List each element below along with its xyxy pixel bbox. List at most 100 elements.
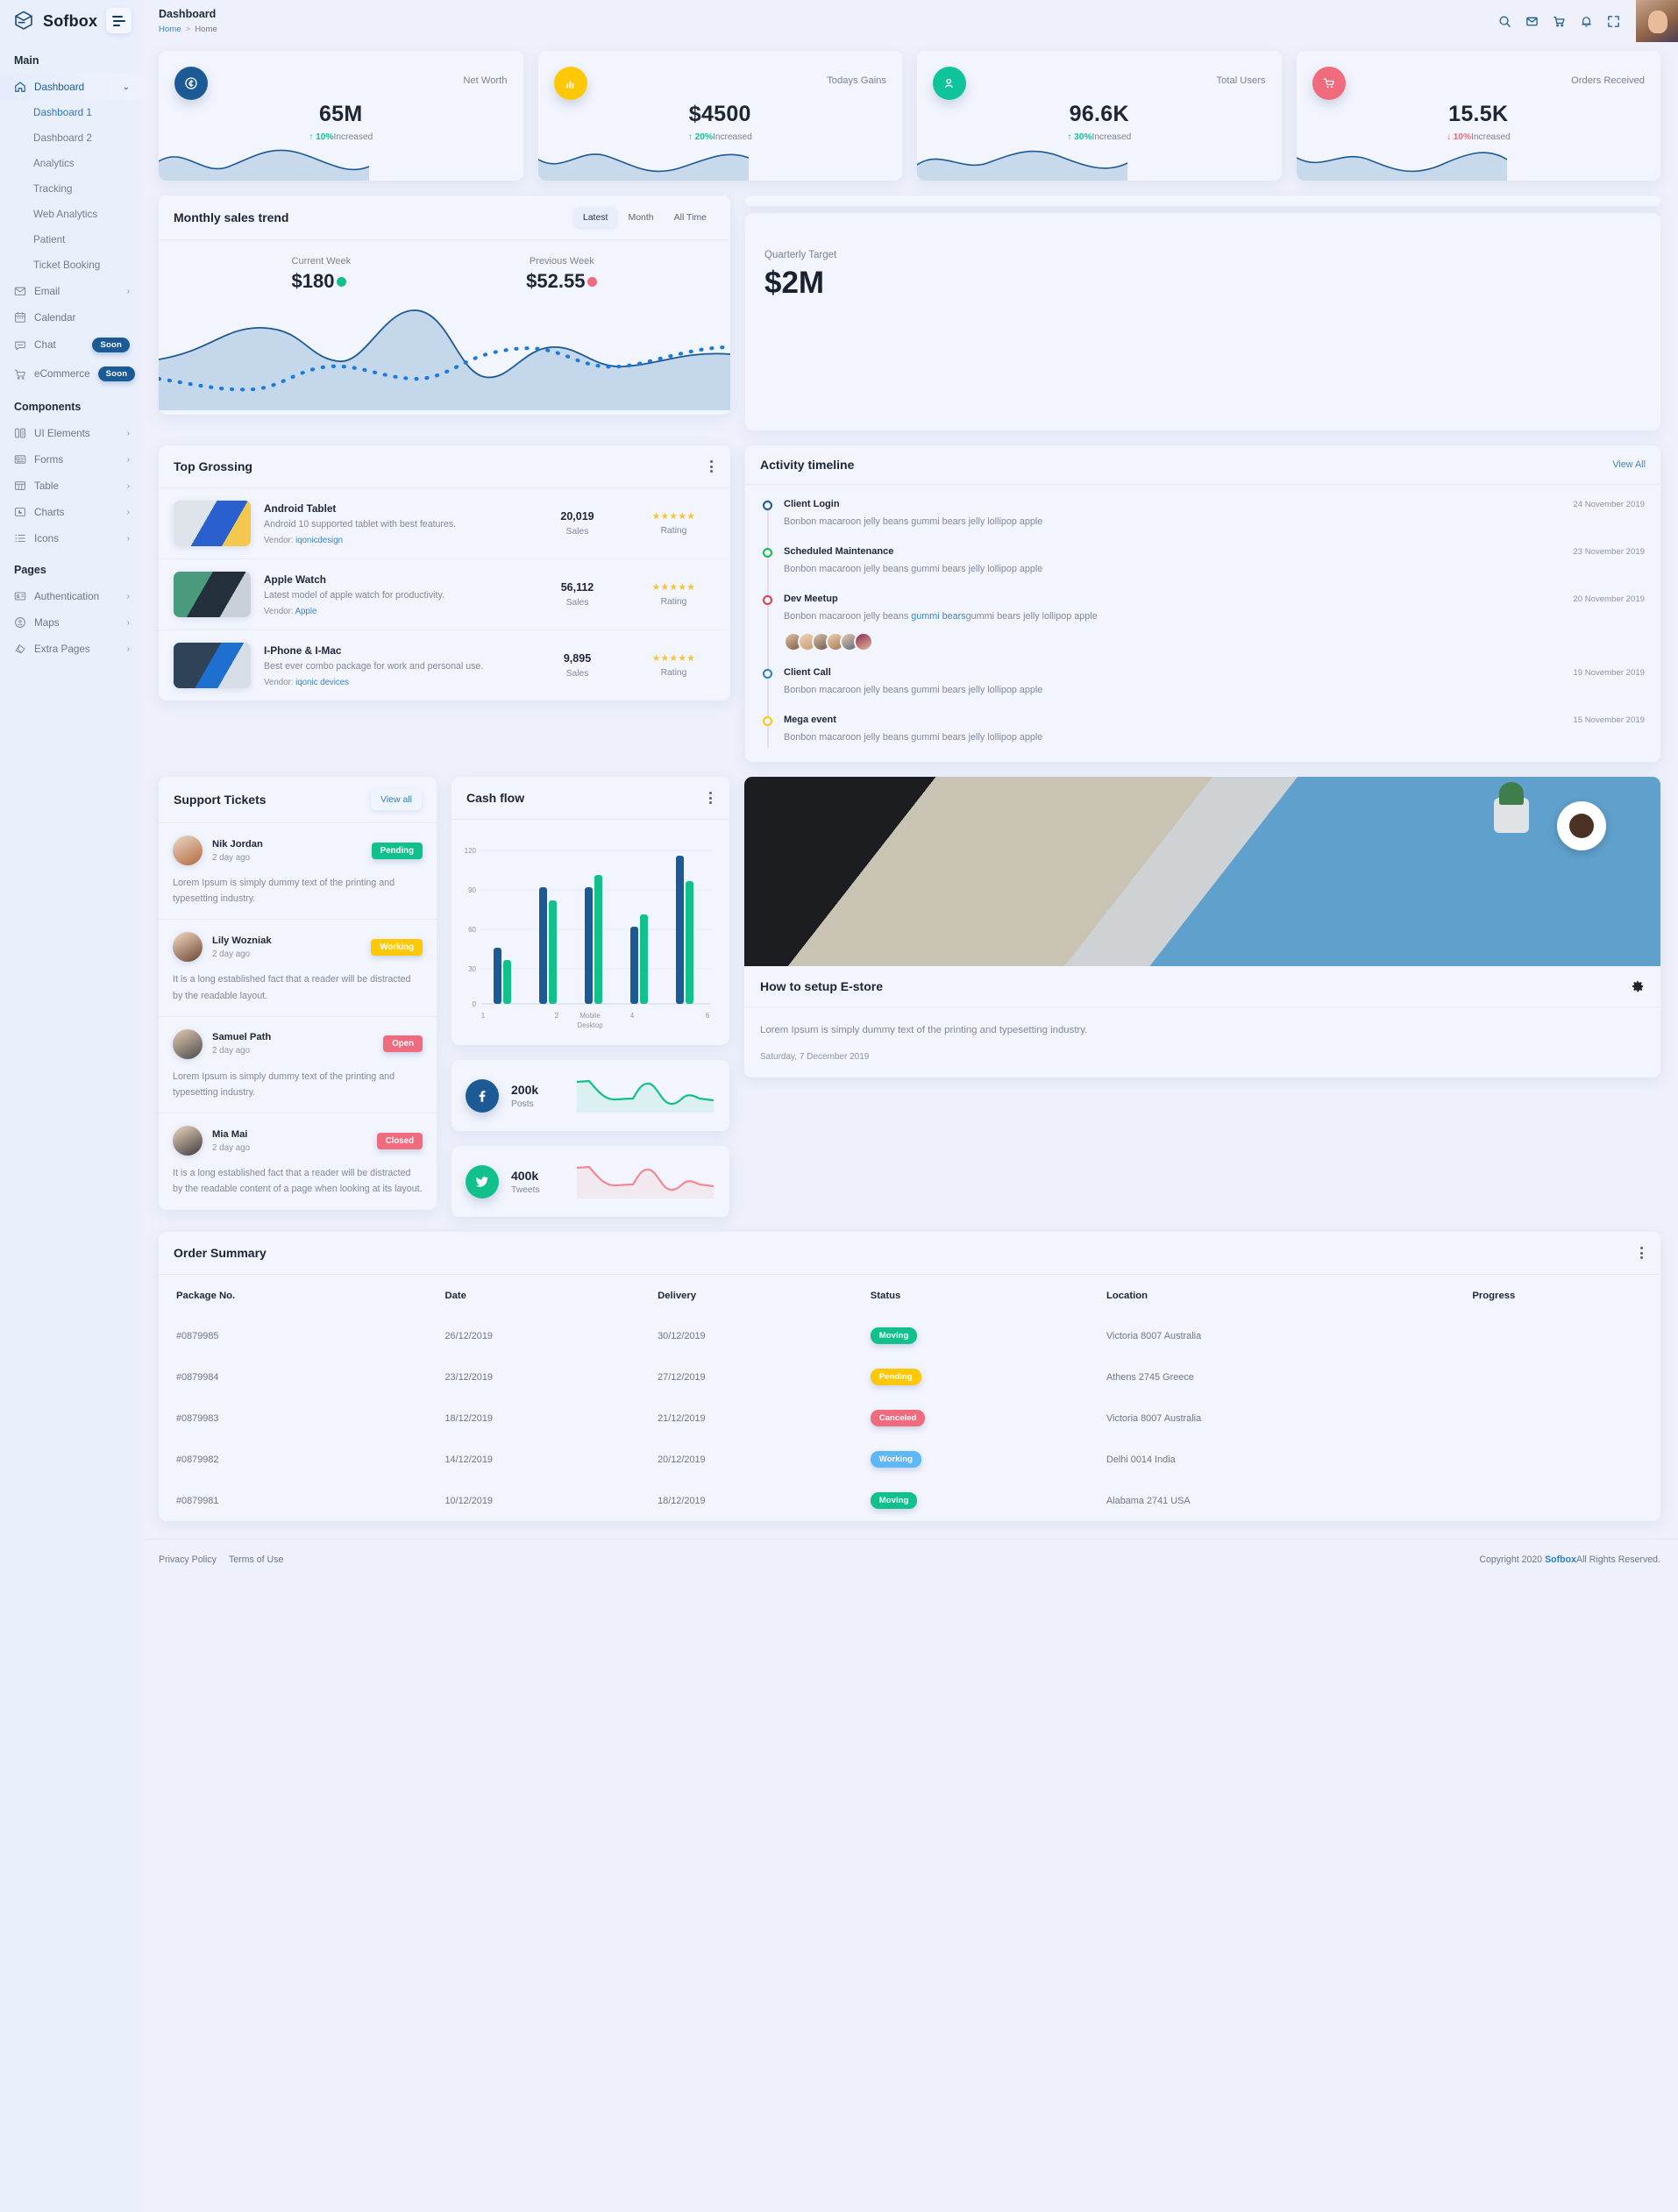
rating-stars: ★★★★★ bbox=[651, 511, 696, 522]
column-package-no: Package No. bbox=[176, 1291, 236, 1302]
list-item[interactable]: Apple Watch Latest model of apple watch … bbox=[159, 559, 730, 630]
stat-label: Total Users bbox=[1216, 75, 1266, 86]
sidebar-section-components: Components bbox=[14, 401, 82, 413]
timeline-desc-link[interactable]: gummi bears bbox=[911, 611, 965, 622]
timeline-desc-pre: Bonbon macaroon jelly beans bbox=[784, 610, 912, 622]
x-tick-4: 4 bbox=[630, 1012, 635, 1020]
privacy-policy-link[interactable]: Privacy Policy bbox=[159, 1554, 217, 1565]
sidebar-item-extra-pages[interactable]: Extra Pages › bbox=[0, 636, 141, 662]
cart-icon[interactable] bbox=[1553, 15, 1566, 28]
table-row[interactable]: #0879983 18/12/2019 21/12/2019 Canceled … bbox=[159, 1398, 1660, 1439]
view-all-link[interactable]: View All bbox=[1612, 459, 1646, 470]
vendor-link[interactable]: iqonicdesign bbox=[295, 536, 343, 545]
sidebar-item-ticket-booking[interactable]: Ticket Booking bbox=[0, 252, 141, 278]
more-options-icon[interactable] bbox=[1638, 1244, 1646, 1262]
breadcrumb-home[interactable]: Home bbox=[159, 25, 181, 34]
hamburger-icon[interactable] bbox=[106, 8, 132, 33]
rating-label: Rating bbox=[660, 526, 687, 536]
sidebar-item-table[interactable]: Table › bbox=[0, 473, 141, 499]
sidebar-item-maps[interactable]: Maps › bbox=[0, 609, 141, 636]
timeline-date: 19 November 2019 bbox=[1573, 668, 1645, 679]
sidebar-item-ui-elements[interactable]: UI Elements › bbox=[0, 420, 141, 446]
list-item[interactable]: Nik Jordan 2 day ago Pending Lorem Ipsum… bbox=[159, 823, 437, 921]
stat-card-total-users: Total Users 96.6K ↑ 30%Increased bbox=[917, 51, 1282, 181]
tab-month[interactable]: Month bbox=[619, 208, 662, 227]
avatar[interactable] bbox=[1636, 0, 1678, 42]
sidebar-item-dashboard-2[interactable]: Dashboard 2 bbox=[0, 125, 141, 151]
sidebar-item-ecommerce[interactable]: eCommerce Soon bbox=[0, 359, 141, 388]
activity-timeline-card: Activity timeline View All Client Login … bbox=[745, 445, 1660, 763]
more-options-icon[interactable] bbox=[707, 789, 715, 807]
sidebar-item-authentication[interactable]: Authentication › bbox=[0, 583, 141, 609]
sidebar-item-label: Maps bbox=[34, 616, 60, 629]
list-item[interactable]: Samuel Path 2 day ago Open Lorem Ipsum i… bbox=[159, 1017, 437, 1114]
sidebar-item-forms[interactable]: Forms › bbox=[0, 446, 141, 473]
sidebar-item-email[interactable]: Email › bbox=[0, 278, 141, 304]
timeline-desc: Bonbon macaroon jelly beans gummi bears … bbox=[784, 516, 1043, 527]
stat-cards-row: Net Worth 65M ↑ 10%Increased Todays Gain… bbox=[159, 51, 1660, 181]
sidebar-item-calendar[interactable]: Calendar bbox=[0, 304, 141, 331]
product-thumbnail bbox=[174, 572, 251, 617]
table-row[interactable]: #0879984 23/12/2019 27/12/2019 Pending A… bbox=[159, 1356, 1660, 1398]
timeline-title: Scheduled Maintenance bbox=[784, 545, 894, 557]
social-card-twitter: 400k Tweets bbox=[451, 1146, 729, 1218]
tickets-cashflow-estore-row: Support Tickets View all Nik Jordan 2 da… bbox=[159, 777, 1660, 1218]
facebook-sparkline bbox=[575, 1074, 715, 1117]
sidebar-item-dashboard-1[interactable]: Dashboard 1 bbox=[0, 100, 141, 125]
y-tick-30: 30 bbox=[468, 965, 476, 973]
social-value: 200k bbox=[511, 1082, 539, 1097]
fullscreen-icon[interactable] bbox=[1607, 15, 1620, 28]
vendor-label: Vendor: bbox=[264, 606, 294, 616]
estore-body: Lorem Ipsum is simply dummy text of the … bbox=[744, 1007, 1660, 1078]
estore-image bbox=[744, 777, 1660, 967]
sidebar-item-dashboard[interactable]: Dashboard ⌄ bbox=[0, 74, 141, 100]
stat-value: $4500 bbox=[688, 102, 751, 126]
ticket-name: Lily Wozniak bbox=[212, 935, 272, 946]
chevron-down-icon: ⌄ bbox=[122, 82, 130, 92]
sidebar-item-icons[interactable]: Icons › bbox=[0, 525, 141, 551]
list-item[interactable]: Android Tablet Android 10 supported tabl… bbox=[159, 488, 730, 559]
stat-value: 15.5K bbox=[1448, 102, 1509, 126]
bar-mobile-1 bbox=[503, 960, 511, 1005]
terms-of-use-link[interactable]: Terms of Use bbox=[229, 1554, 283, 1565]
list-item[interactable]: Lily Wozniak 2 day ago Working It is a l… bbox=[159, 920, 437, 1017]
tab-all-time[interactable]: All Time bbox=[665, 208, 715, 227]
page-title: Dashboard bbox=[159, 8, 217, 21]
list-item[interactable]: I-Phone & I-Mac Best ever combo package … bbox=[159, 630, 730, 701]
tab-latest[interactable]: Latest bbox=[573, 208, 617, 227]
stat-card-orders-received: Orders Received 15.5K ↓ 10%Increased bbox=[1296, 51, 1660, 181]
sales-value: 56,112 bbox=[560, 581, 594, 594]
gear-icon[interactable] bbox=[1631, 979, 1645, 993]
breadcrumb: Home > Home bbox=[159, 25, 217, 34]
ticket-name: Nik Jordan bbox=[212, 838, 263, 850]
cell-package: #0879985 bbox=[176, 1330, 219, 1341]
stat-delta: ↑ 10%Increased bbox=[174, 132, 508, 142]
table-row[interactable]: #0879982 14/12/2019 20/12/2019 Working D… bbox=[159, 1439, 1660, 1480]
social-label: Posts bbox=[511, 1099, 534, 1109]
bell-icon[interactable] bbox=[1580, 15, 1593, 28]
vendor-link[interactable]: iqonic devices bbox=[295, 678, 349, 687]
cell-package: #0879983 bbox=[176, 1412, 219, 1424]
table-row[interactable]: #0879981 10/12/2019 18/12/2019 Moving Al… bbox=[159, 1480, 1660, 1521]
table-row[interactable]: #0879985 26/12/2019 30/12/2019 Moving Vi… bbox=[159, 1315, 1660, 1356]
brand[interactable]: Sofbox bbox=[0, 0, 141, 42]
card-title: Order Summary bbox=[174, 1246, 267, 1261]
mail-icon[interactable] bbox=[1525, 15, 1539, 28]
more-options-icon[interactable] bbox=[707, 458, 715, 475]
sidebar-item-tracking[interactable]: Tracking bbox=[0, 176, 141, 202]
order-summary-table: Package No. Date Delivery Status Locatio… bbox=[159, 1275, 1660, 1521]
vendor-link[interactable]: Apple bbox=[295, 607, 317, 616]
sidebar-item-patient[interactable]: Patient bbox=[0, 227, 141, 252]
search-icon[interactable] bbox=[1498, 15, 1511, 28]
list-item[interactable]: Mia Mai 2 day ago Closed It is a long es… bbox=[159, 1113, 437, 1209]
cell-delivery: 27/12/2019 bbox=[658, 1371, 706, 1383]
cell-package: #0879984 bbox=[176, 1371, 219, 1383]
view-all-button[interactable]: View all bbox=[371, 789, 422, 811]
cell-delivery: 18/12/2019 bbox=[658, 1495, 706, 1506]
sidebar-item-web-analytics[interactable]: Web Analytics bbox=[0, 202, 141, 227]
sidebar-item-analytics[interactable]: Analytics bbox=[0, 151, 141, 176]
sidebar-item-chat[interactable]: Chat Soon bbox=[0, 331, 141, 359]
sidebar-item-charts[interactable]: Charts › bbox=[0, 499, 141, 525]
rating-stars: ★★★★★ bbox=[651, 582, 696, 593]
current-week: Current Week $180 bbox=[292, 256, 352, 293]
